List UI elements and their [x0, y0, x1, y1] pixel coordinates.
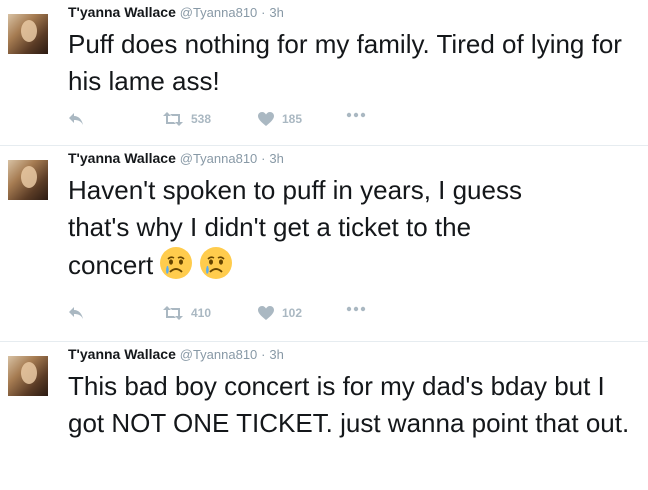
avatar[interactable]	[8, 356, 48, 396]
crying-face-emoji	[200, 247, 233, 279]
retweet-count: 538	[191, 112, 212, 126]
user-name[interactable]: T'yanna Wallace	[68, 346, 176, 362]
tweet-text: Haven't spoken to puff in years, I guess…	[68, 172, 638, 284]
tweet-text: Puff does nothing for my family. Tired o…	[68, 29, 622, 96]
separator: ·	[261, 347, 266, 362]
retweet-button[interactable]: 410	[163, 306, 211, 320]
reply-button[interactable]	[68, 112, 84, 126]
tweet[interactable]: T'yanna Wallace @Tyanna810 · 3h Haven't …	[0, 146, 648, 342]
tweet-text: This bad boy concert is for my dad's bda…	[68, 371, 630, 438]
reply-button[interactable]	[68, 306, 84, 320]
reply-icon	[69, 113, 83, 125]
retweet-button[interactable]: 538	[163, 112, 211, 126]
avatar[interactable]	[8, 160, 48, 200]
tweet-actions: 410 102	[68, 306, 388, 326]
crying-face-emoji	[160, 247, 193, 279]
separator: ·	[261, 5, 266, 20]
more-button[interactable]	[346, 306, 366, 312]
like-count: 102	[282, 306, 303, 320]
tweet-actions: 538 185	[68, 112, 388, 132]
user-name[interactable]: T'yanna Wallace	[68, 150, 176, 166]
tweet-text-word: concert	[68, 250, 154, 280]
user-handle[interactable]: @Tyanna810	[180, 151, 258, 166]
reply-icon	[69, 307, 83, 319]
user-name[interactable]: T'yanna Wallace	[68, 4, 176, 20]
retweet-count: 410	[191, 306, 212, 320]
timestamp[interactable]: 3h	[269, 5, 283, 20]
tweet-header: T'yanna Wallace @Tyanna810 · 3h	[68, 149, 284, 168]
timestamp[interactable]: 3h	[269, 151, 283, 166]
more-dots-icon	[346, 306, 366, 312]
tweet-text-line: that's why I didn't get a ticket to the	[68, 212, 472, 242]
like-button[interactable]: 102	[258, 306, 302, 320]
heart-icon	[258, 306, 274, 320]
retweet-icon	[163, 112, 183, 126]
tweet[interactable]: T'yanna Wallace @Tyanna810 · 3h This bad…	[0, 342, 648, 490]
tweet[interactable]: T'yanna Wallace @Tyanna810 · 3h Puff doe…	[0, 0, 648, 146]
tweet-header: T'yanna Wallace @Tyanna810 · 3h	[68, 3, 284, 22]
tweet-text-line: concert	[68, 246, 638, 284]
heart-icon	[258, 112, 274, 126]
tweet-header: T'yanna Wallace @Tyanna810 · 3h	[68, 345, 284, 364]
more-button[interactable]	[346, 112, 366, 118]
user-handle[interactable]: @Tyanna810	[180, 347, 258, 362]
like-count: 185	[282, 112, 303, 126]
more-dots-icon	[346, 112, 366, 118]
avatar[interactable]	[8, 14, 48, 54]
tweet-feed: T'yanna Wallace @Tyanna810 · 3h Puff doe…	[0, 0, 648, 490]
timestamp[interactable]: 3h	[269, 347, 283, 362]
separator: ·	[261, 151, 266, 166]
retweet-icon	[163, 306, 183, 320]
user-handle[interactable]: @Tyanna810	[180, 5, 258, 20]
tweet-text-line: Haven't spoken to puff in years, I guess	[68, 175, 522, 205]
like-button[interactable]: 185	[258, 112, 302, 126]
